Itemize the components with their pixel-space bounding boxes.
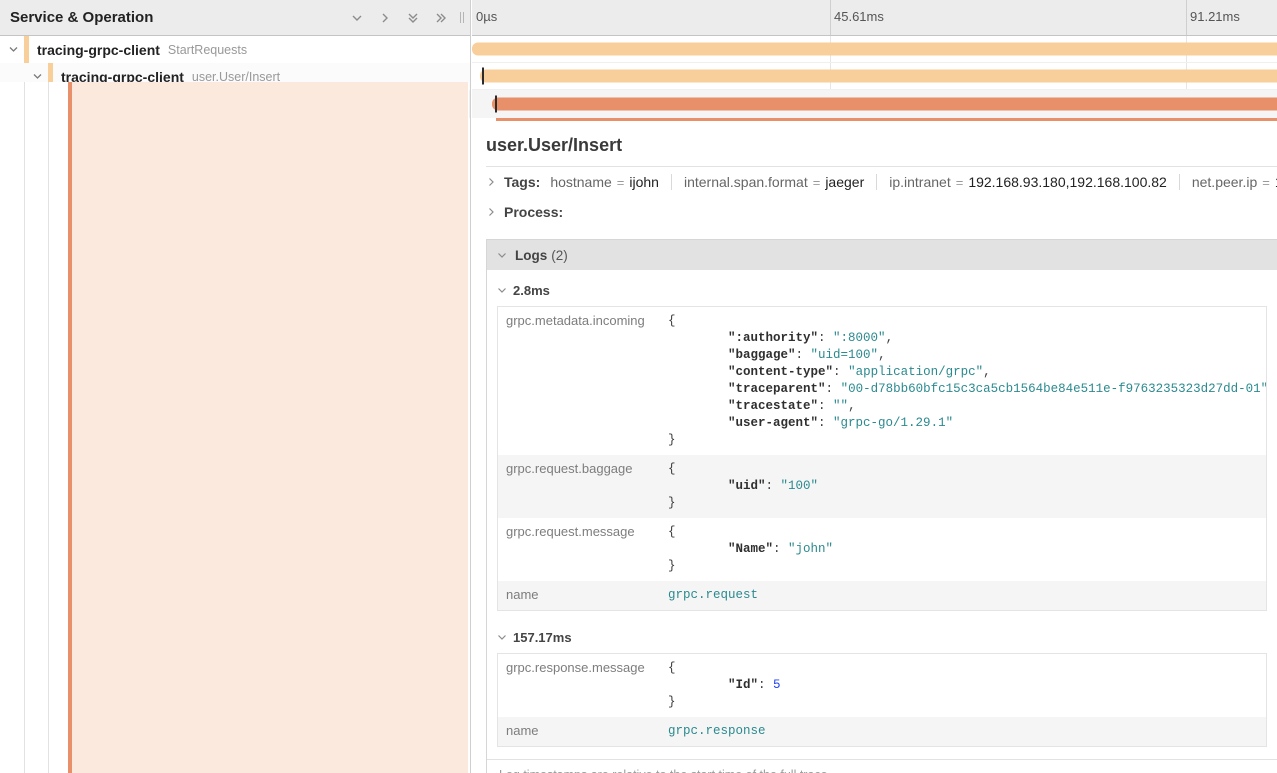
chevron-down-icon[interactable]: [497, 285, 507, 295]
expand-one-icon[interactable]: [378, 11, 392, 25]
tags-accordion-header[interactable]: Tags: hostname=ijohn internal.span.format…: [486, 167, 1277, 197]
selected-span-detail-accent: [68, 82, 468, 773]
indent-guide: [48, 82, 49, 773]
chevron-down-icon[interactable]: [8, 44, 20, 55]
span-detail-top-accent: [496, 118, 1277, 121]
tag-separator: [671, 174, 672, 190]
panel-title: Service & Operation: [10, 9, 350, 26]
selected-span-indent-area: [0, 82, 469, 773]
span-detail-title: user.User/Insert: [486, 135, 1277, 156]
indent-guide: [24, 82, 25, 773]
tag-item: hostname=ijohn: [550, 174, 659, 190]
log-field-row: namegrpc.response: [498, 717, 1266, 746]
tag-item: net.peer.ip=127.0: [1192, 174, 1277, 190]
log-fields-table: grpc.response.message{ "Id": 5 }namegrpc…: [497, 653, 1267, 747]
service-operation-panel: Service & Operation tracing-grpc-client …: [0, 0, 471, 773]
service-operation-header: Service & Operation: [0, 0, 470, 36]
span-bar[interactable]: [480, 70, 1277, 83]
tag-separator: [876, 174, 877, 190]
log-field-key: grpc.request.message: [498, 518, 650, 581]
log-entry-header[interactable]: 157.17ms: [497, 623, 1267, 651]
timeline-header: 0µs 45.61ms 91.21ms: [472, 0, 1277, 36]
logs-accordion: Logs (2) 2.8ms grpc.metadata.incoming{ ":…: [486, 239, 1277, 773]
service-name: tracing-grpc-client: [37, 42, 160, 58]
log-field-value: grpc.response: [650, 717, 1266, 746]
log-field-value[interactable]: { "Name": "john" }: [650, 518, 1266, 581]
logs-footer-note: Log timestamps are relative to the start…: [487, 759, 1277, 773]
log-marker[interactable]: [482, 68, 484, 85]
log-timestamp: 2.8ms: [513, 283, 550, 298]
span-bar[interactable]: [472, 43, 1277, 56]
log-field-row: namegrpc.request: [498, 581, 1266, 610]
timeline-row-client-insert: [472, 63, 1277, 90]
process-accordion-header[interactable]: Process:: [486, 197, 1277, 227]
logs-label: Logs: [515, 248, 547, 263]
span-row-start-requests[interactable]: tracing-grpc-client StartRequests: [0, 36, 470, 63]
logs-accordion-header[interactable]: Logs (2): [487, 240, 1277, 270]
log-marker[interactable]: [495, 96, 497, 113]
timeline-rows: [472, 36, 1277, 118]
collapse-one-icon[interactable]: [350, 11, 364, 25]
timeline-row-start-requests: [472, 36, 1277, 63]
log-field-row: grpc.response.message{ "Id": 5 }: [498, 654, 1266, 717]
log-field-key: grpc.metadata.incoming: [498, 307, 650, 455]
log-entry-header[interactable]: 2.8ms: [497, 276, 1267, 304]
chevron-right-icon[interactable]: [486, 177, 496, 187]
tag-item: internal.span.format=jaeger: [684, 174, 864, 190]
process-label: Process:: [504, 204, 563, 220]
tags-label: Tags:: [504, 174, 540, 190]
log-field-value[interactable]: { "uid": "100" }: [650, 455, 1266, 518]
chevron-down-icon[interactable]: [32, 71, 44, 82]
log-field-row: grpc.request.message{ "Name": "john" }: [498, 518, 1266, 581]
jaeger-trace-view: Service & Operation tracing-grpc-client …: [0, 0, 1277, 773]
operation-name: StartRequests: [168, 43, 247, 57]
chevron-right-icon[interactable]: [486, 207, 496, 217]
log-timestamp: 157.17ms: [513, 630, 572, 645]
log-field-value[interactable]: { ":authority": ":8000", "baggage": "uid…: [650, 307, 1266, 455]
tick-label-45ms: 45.61ms: [834, 9, 884, 24]
expand-all-icon[interactable]: [434, 11, 448, 25]
gridline: [830, 0, 831, 35]
tag-item: ip.intranet=192.168.93.180,192.168.100.8…: [889, 174, 1167, 190]
tick-label-0us: 0µs: [476, 9, 497, 24]
logs-entries: 2.8ms grpc.metadata.incoming{ ":authority…: [497, 276, 1267, 747]
column-resizer-grip[interactable]: [460, 12, 464, 23]
timeline-row-server-insert: [472, 90, 1277, 118]
log-fields-table: grpc.metadata.incoming{ ":authority": ":…: [497, 306, 1267, 611]
gridline: [1186, 0, 1187, 35]
log-field-value: grpc.request: [650, 581, 1266, 610]
tags-list: hostname=ijohn internal.span.format=jaege…: [550, 174, 1277, 190]
log-field-key: name: [498, 717, 650, 746]
log-field-row: grpc.request.baggage{ "uid": "100" }: [498, 455, 1266, 518]
chevron-down-icon[interactable]: [497, 250, 507, 260]
chevron-down-icon[interactable]: [497, 632, 507, 642]
span-bar[interactable]: [492, 98, 1277, 111]
tag-separator: [1179, 174, 1180, 190]
log-field-key: name: [498, 581, 650, 610]
tree-toolbar: [350, 11, 448, 25]
tick-label-91ms: 91.21ms: [1190, 9, 1240, 24]
log-field-key: grpc.response.message: [498, 654, 650, 717]
span-color-accent: [24, 36, 29, 63]
log-field-key: grpc.request.baggage: [498, 455, 650, 518]
timeline-panel: 0µs 45.61ms 91.21ms user.User/Insert: [472, 0, 1277, 773]
log-field-row: grpc.metadata.incoming{ ":authority": ":…: [498, 307, 1266, 455]
log-field-value[interactable]: { "Id": 5 }: [650, 654, 1266, 717]
logs-body: 2.8ms grpc.metadata.incoming{ ":authority…: [487, 270, 1277, 773]
span-detail-panel: user.User/Insert Tags: hostname=ijohn int…: [472, 121, 1277, 773]
collapse-all-icon[interactable]: [406, 11, 420, 25]
logs-count: (2): [551, 248, 568, 263]
